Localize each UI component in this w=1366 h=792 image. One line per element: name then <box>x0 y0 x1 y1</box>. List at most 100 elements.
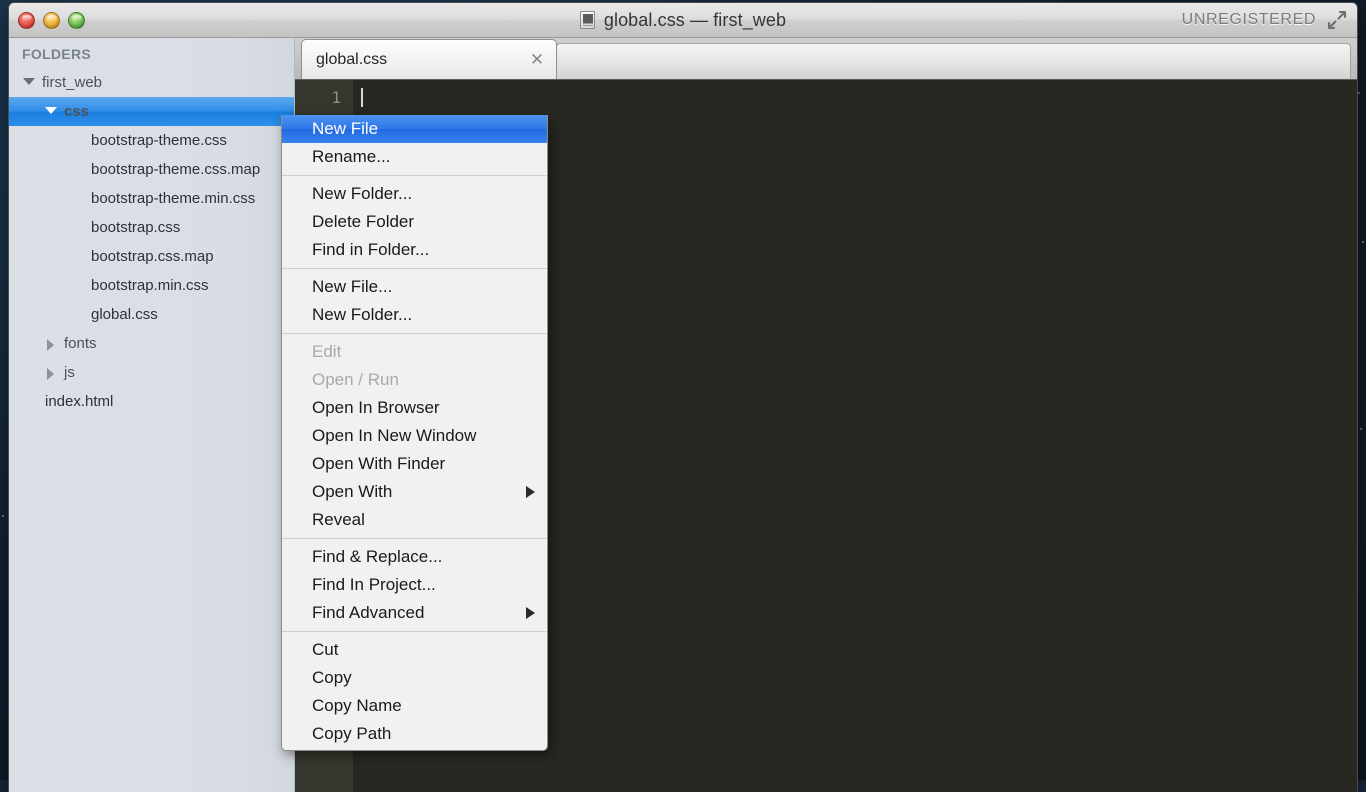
minimize-button[interactable] <box>43 12 60 29</box>
menu-item-copy[interactable]: Copy <box>282 664 547 692</box>
sidebar-header: FOLDERS <box>9 41 294 68</box>
menu-item-open-with[interactable]: Open With <box>282 478 547 506</box>
text-caret <box>361 88 363 107</box>
folder-tree[interactable]: first_webcssbootstrap-theme.css bootstrap… <box>9 68 294 416</box>
menu-item-label: Open With Finder <box>312 454 535 474</box>
line-number: 1 <box>295 88 341 107</box>
menu-item-find-in-folder[interactable]: Find in Folder... <box>282 236 547 264</box>
menu-item-label: New Folder... <box>312 305 535 325</box>
tree-item-label: bootstrap-theme.css.map <box>91 161 260 178</box>
tree-folder-first-web[interactable]: first_web <box>9 68 294 97</box>
tree-file-global-css[interactable]: global.css <box>9 300 294 329</box>
tree-item-label: index.html <box>45 393 113 410</box>
menu-item-label: Find in Folder... <box>312 240 535 260</box>
menu-item-label: Rename... <box>312 147 535 167</box>
menu-item-edit: Edit <box>282 338 547 366</box>
document-icon <box>580 11 595 29</box>
tree-item-label: js <box>64 364 75 381</box>
menu-item-new-folder[interactable]: New Folder... <box>282 180 547 208</box>
submenu-arrow-icon <box>526 607 535 619</box>
menu-item-label: Cut <box>312 640 535 660</box>
menu-item-reveal[interactable]: Reveal <box>282 506 547 534</box>
menu-item-open-in-browser[interactable]: Open In Browser <box>282 394 547 422</box>
menu-item-copy-path[interactable]: Copy Path <box>282 720 547 748</box>
menu-item-new-file[interactable]: New File... <box>282 273 547 301</box>
menu-item-delete-folder[interactable]: Delete Folder <box>282 208 547 236</box>
sidebar[interactable]: FOLDERS first_webcssbootstrap-theme.css b… <box>9 38 295 792</box>
window-body: FOLDERS first_webcssbootstrap-theme.css b… <box>9 38 1357 792</box>
menu-item-open-in-new-window[interactable]: Open In New Window <box>282 422 547 450</box>
submenu-arrow-icon <box>526 486 535 498</box>
tree-file-bootstrap-css-map[interactable]: bootstrap.css.map <box>9 242 294 271</box>
tree-folder-css[interactable]: css <box>9 97 294 126</box>
window-title: global.css — first_web <box>9 10 1357 31</box>
window-controls <box>9 12 85 29</box>
menu-separator <box>282 333 547 334</box>
menu-item-label: Find In Project... <box>312 575 535 595</box>
menu-item-label: Find & Replace... <box>312 547 535 567</box>
tree-file-bootstrap-theme-min-css[interactable]: bootstrap-theme.min.css <box>9 184 294 213</box>
tree-item-label: bootstrap-theme.css <box>91 132 227 149</box>
tree-file-index-html[interactable]: index.html <box>9 387 294 416</box>
menu-item-new-folder[interactable]: New Folder... <box>282 301 547 329</box>
menu-separator <box>282 175 547 176</box>
menu-separator <box>282 631 547 632</box>
tree-item-label: bootstrap.css <box>91 219 180 236</box>
menu-item-label: Open In Browser <box>312 398 535 418</box>
unregistered-label: UNREGISTERED <box>1182 11 1316 29</box>
tree-item-label: bootstrap.min.css <box>91 277 209 294</box>
menu-item-copy-name[interactable]: Copy Name <box>282 692 547 720</box>
chevron-right-icon[interactable] <box>45 338 57 350</box>
menu-item-new-file[interactable]: New File <box>282 115 547 143</box>
menu-item-label: Delete Folder <box>312 212 535 232</box>
menu-item-label: New File <box>312 119 535 139</box>
menu-item-label: Copy <box>312 668 535 688</box>
menu-item-find-advanced[interactable]: Find Advanced <box>282 599 547 627</box>
menu-item-find-in-project[interactable]: Find In Project... <box>282 571 547 599</box>
tree-file-bootstrap-theme-css-map[interactable]: bootstrap-theme.css.map <box>9 155 294 184</box>
chevron-down-icon[interactable] <box>45 106 57 118</box>
desktop-star <box>1362 241 1364 243</box>
chevron-right-icon[interactable] <box>45 367 57 379</box>
menu-item-find-replace[interactable]: Find & Replace... <box>282 543 547 571</box>
menu-item-label: Open In New Window <box>312 426 535 446</box>
menu-item-open-run: Open / Run <box>282 366 547 394</box>
tree-item-label: bootstrap-theme.min.css <box>91 190 255 207</box>
tab-bar[interactable]: global.css ✕ <box>295 38 1357 80</box>
menu-item-label: Reveal <box>312 510 535 530</box>
menu-item-open-with-finder[interactable]: Open With Finder <box>282 450 547 478</box>
title-bar[interactable]: global.css — first_web UNREGISTERED <box>9 3 1357 38</box>
close-button[interactable] <box>18 12 35 29</box>
tab-bar-empty-area[interactable] <box>556 43 1351 79</box>
tree-file-bootstrap-theme-css[interactable]: bootstrap-theme.css <box>9 126 294 155</box>
context-menu[interactable]: New File Rename... New Folder... Delete Fol… <box>281 115 548 751</box>
menu-item-label: Find Advanced <box>312 603 512 623</box>
application-window: global.css — first_web UNREGISTERED FOLD… <box>8 2 1358 792</box>
tree-item-label: bootstrap.css.map <box>91 248 214 265</box>
chevron-down-icon[interactable] <box>23 77 35 89</box>
menu-item-label: Open With <box>312 482 512 502</box>
fullscreen-arrows-icon[interactable] <box>1327 10 1347 30</box>
desktop-star <box>1360 428 1362 430</box>
menu-item-cut[interactable]: Cut <box>282 636 547 664</box>
menu-item-label: Open / Run <box>312 370 535 390</box>
zoom-button[interactable] <box>68 12 85 29</box>
menu-item-label: Copy Name <box>312 696 535 716</box>
close-tab-icon[interactable]: ✕ <box>528 51 546 69</box>
tree-folder-fonts[interactable]: fonts <box>9 329 294 358</box>
tree-item-label: first_web <box>42 74 102 91</box>
menu-item-label: New Folder... <box>312 184 535 204</box>
tree-folder-js[interactable]: js <box>9 358 294 387</box>
menu-item-label: New File... <box>312 277 535 297</box>
menu-item-label: Edit <box>312 342 535 362</box>
unregistered-indicator: UNREGISTERED <box>1182 10 1347 30</box>
tree-item-label: css <box>64 103 89 120</box>
window-title-text: global.css — first_web <box>604 10 786 31</box>
menu-separator <box>282 538 547 539</box>
tree-item-label: global.css <box>91 306 158 323</box>
menu-item-rename[interactable]: Rename... <box>282 143 547 171</box>
desktop-star <box>2 515 4 517</box>
tree-file-bootstrap-min-css[interactable]: bootstrap.min.css <box>9 271 294 300</box>
tab-global-css[interactable]: global.css ✕ <box>301 39 557 79</box>
tree-file-bootstrap-css[interactable]: bootstrap.css <box>9 213 294 242</box>
